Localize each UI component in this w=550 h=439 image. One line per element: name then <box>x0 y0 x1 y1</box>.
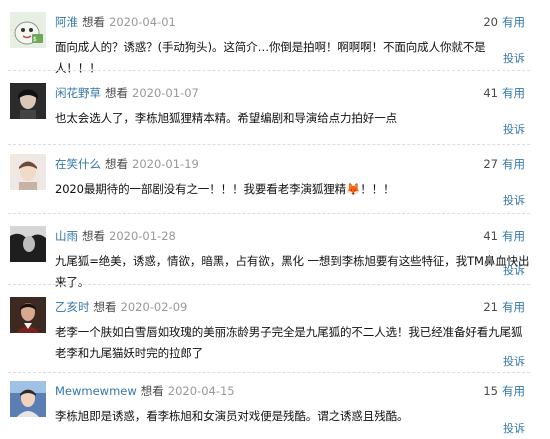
vote-area: 41 有用 <box>483 83 525 103</box>
vote-area: 27 有用 <box>483 154 525 174</box>
comment-list: $ 阿淮 想看 2020-04-01 20 有用 面向成人的？诱惑？(手动狗头)。这简… <box>0 0 550 439</box>
useful-button[interactable]: 有用 <box>502 86 525 100</box>
dark-portrait-avatar <box>10 83 46 119</box>
comment-date: 2020-01-19 <box>132 157 199 171</box>
watch-status: 想看 <box>93 300 117 314</box>
avatar[interactable] <box>10 154 46 190</box>
vote-area: 15 有用 <box>483 381 525 401</box>
comment-text: 老李一个肤如白雪唇如玫瑰的美丽冻龄男子完全是九尾狐的不二人选！我已经准备好看九尾… <box>55 325 523 360</box>
avatar[interactable] <box>10 226 46 262</box>
avatar[interactable] <box>10 83 46 119</box>
cartoon-ghost-avatar: $ <box>10 12 46 48</box>
comment-meta: 闲花野草 想看 2020-01-07 <box>55 83 199 103</box>
vote-count: 41 <box>483 86 498 100</box>
avatar[interactable]: $ <box>10 12 46 48</box>
comment-meta: 在笑什么 想看 2020-01-19 <box>55 154 199 174</box>
avatar[interactable] <box>10 381 46 417</box>
comment-meta: 山雨 想看 2020-01-28 <box>55 226 176 246</box>
comment-item: 乙亥时 想看 2020-02-09 21 有用 老李一个肤如白雪唇如玫瑰的美丽冻龄男子… <box>0 297 550 369</box>
comment-text: 李栋旭即是诱惑，看李栋旭和女演员对戏便是残酷。谓之诱惑且残酷。 <box>55 409 409 423</box>
comment-date: 2020-04-01 <box>109 15 176 29</box>
report-button[interactable]: 投诉 <box>503 264 525 278</box>
light-portrait-avatar <box>10 154 46 190</box>
report-button[interactable]: 投诉 <box>503 52 525 66</box>
username-link[interactable]: 闲花野草 <box>55 86 101 100</box>
comment-date: 2020-02-09 <box>120 300 188 314</box>
username-link[interactable]: Mewmewmew <box>55 384 137 398</box>
comment-divider <box>8 284 530 285</box>
comment-divider <box>8 70 530 71</box>
comment-text: 2020最期待的一部剧没有之一！！！我要看老李演狐狸精🦊！！！ <box>55 182 395 196</box>
comment-item: Mewmewmew 想看 2020-04-15 15 有用 李栋旭即是诱惑，看李栋旭和… <box>0 381 550 439</box>
vote-area: 21 有用 <box>483 297 525 317</box>
username-link[interactable]: 乙亥时 <box>55 300 90 314</box>
svg-text:$: $ <box>33 36 37 43</box>
watch-status: 想看 <box>82 15 105 29</box>
report-button[interactable]: 投诉 <box>503 123 525 137</box>
comment-item: 山雨 想看 2020-01-28 41 有用 九尾狐=绝美，诱惑，情欲，暗黑，占有欲，… <box>0 226 550 289</box>
comment-date: 2020-01-07 <box>132 86 199 100</box>
useful-button[interactable]: 有用 <box>502 157 525 171</box>
comment-text: 也太会选人了，李栋旭狐狸精本精。希望编剧和导演给点力拍好一点 <box>55 111 397 125</box>
comment-divider <box>8 372 530 373</box>
watch-status: 想看 <box>82 229 105 243</box>
useful-button[interactable]: 有用 <box>502 229 525 243</box>
vote-count: 20 <box>483 15 498 29</box>
comment-meta: Mewmewmew 想看 2020-04-15 <box>55 381 235 401</box>
vote-count: 41 <box>483 229 498 243</box>
comment-text: 面向成人的？诱惑？(手动狗头)。这简介…你倒是拍啊！啊啊啊！不面向成人你就不是人… <box>55 40 486 75</box>
report-button[interactable]: 投诉 <box>503 422 525 436</box>
report-button[interactable]: 投诉 <box>503 355 525 369</box>
vote-count: 15 <box>483 384 498 398</box>
comment-item: $ 阿淮 想看 2020-04-01 20 有用 面向成人的？诱惑？(手动狗头)。这简… <box>0 12 550 75</box>
comment-date: 2020-04-15 <box>167 384 235 398</box>
report-button[interactable]: 投诉 <box>503 194 525 208</box>
comment-divider <box>8 144 530 145</box>
useful-button[interactable]: 有用 <box>502 300 525 314</box>
vote-area: 20 有用 <box>483 12 525 32</box>
watch-status: 想看 <box>105 86 128 100</box>
comment-divider <box>8 213 530 214</box>
monochrome-portrait-avatar <box>10 226 46 262</box>
comment-item: 闲花野草 想看 2020-01-07 41 有用 也太会选人了，李栋旭狐狸精本精。希望… <box>0 83 550 137</box>
username-link[interactable]: 山雨 <box>55 229 78 243</box>
vote-area: 41 有用 <box>483 226 525 246</box>
vote-count: 27 <box>483 157 498 171</box>
username-link[interactable]: 阿淮 <box>55 15 78 29</box>
comment-date: 2020-01-28 <box>109 229 176 243</box>
username-link[interactable]: 在笑什么 <box>55 157 101 171</box>
comment-item: 在笑什么 想看 2020-01-19 27 有用 2020最期待的一部剧没有之一！！！… <box>0 154 550 208</box>
comment-meta: 乙亥时 想看 2020-02-09 <box>55 297 187 317</box>
avatar[interactable] <box>10 297 46 333</box>
comment-meta: 阿淮 想看 2020-04-01 <box>55 12 176 32</box>
colorful-portrait-avatar <box>10 381 46 417</box>
vote-count: 21 <box>483 300 498 314</box>
useful-button[interactable]: 有用 <box>502 384 525 398</box>
watch-status: 想看 <box>105 157 128 171</box>
watch-status: 想看 <box>140 384 164 398</box>
painting-portrait-avatar <box>10 297 46 333</box>
useful-button[interactable]: 有用 <box>502 15 525 29</box>
comment-text: 九尾狐=绝美，诱惑，情欲，暗黑，占有欲，黑化 一想到李栋旭要有这些特征，我TM鼻… <box>55 254 530 289</box>
